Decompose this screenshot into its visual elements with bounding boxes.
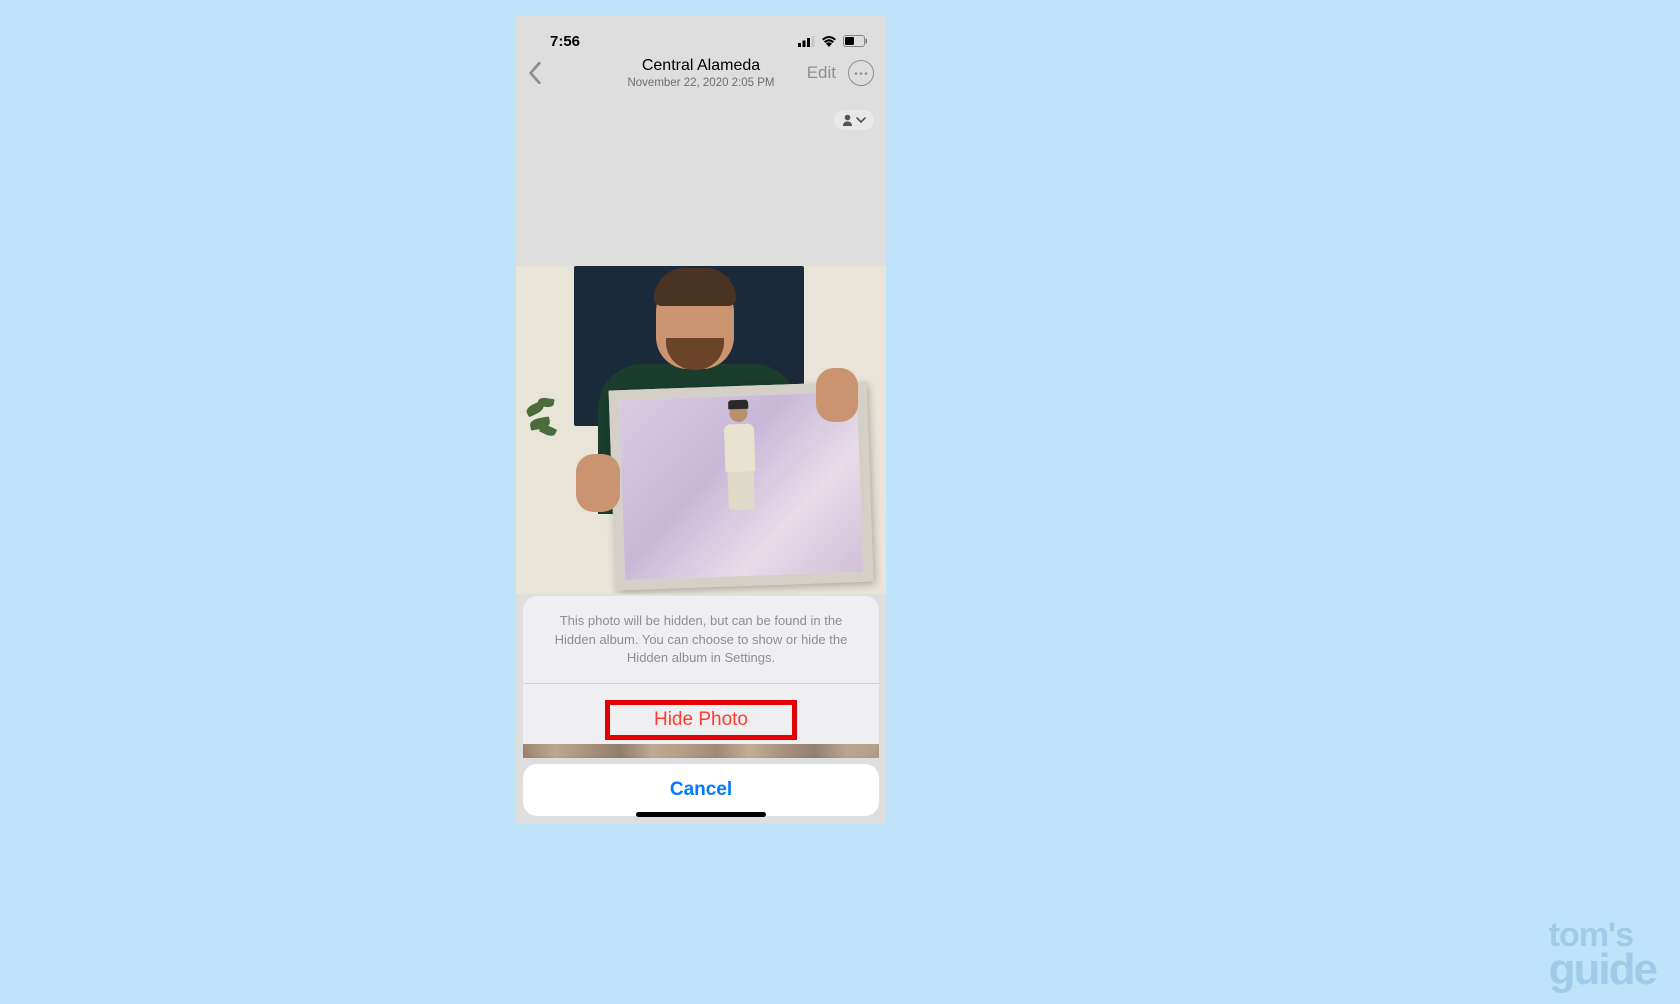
wifi-icon <box>821 36 837 47</box>
thumbnail-strip <box>523 744 879 758</box>
action-sheet-message: This photo will be hidden, but can be fo… <box>523 596 879 684</box>
phone-screenshot: 7:56 Central Alameda November 22, 2020 2… <box>516 16 886 824</box>
action-sheet-card: This photo will be hidden, but can be fo… <box>523 596 879 756</box>
action-sheet: This photo will be hidden, but can be fo… <box>516 596 886 824</box>
battery-icon <box>843 35 868 47</box>
status-icons <box>798 35 868 47</box>
cancel-button[interactable]: Cancel <box>523 764 879 816</box>
edit-button[interactable]: Edit <box>807 63 836 83</box>
nav-subtitle: November 22, 2020 2:05 PM <box>627 77 774 89</box>
home-indicator[interactable] <box>636 812 766 817</box>
more-button[interactable] <box>848 60 874 86</box>
people-tag-pill[interactable] <box>834 110 874 130</box>
nav-title-group: Central Alameda November 22, 2020 2:05 P… <box>627 57 774 89</box>
nav-title: Central Alameda <box>627 57 774 75</box>
toms-guide-watermark: tom's guide <box>1549 921 1656 990</box>
status-bar: 7:56 <box>516 16 886 56</box>
photo-content[interactable] <box>516 266 886 594</box>
nav-bar: Central Alameda November 22, 2020 2:05 P… <box>516 56 886 94</box>
tutorial-highlight: Hide Photo <box>605 700 797 740</box>
chevron-down-icon <box>856 117 866 123</box>
back-button[interactable] <box>528 62 542 84</box>
status-time: 7:56 <box>550 33 580 50</box>
person-icon <box>842 114 853 126</box>
cellular-icon <box>798 36 815 47</box>
